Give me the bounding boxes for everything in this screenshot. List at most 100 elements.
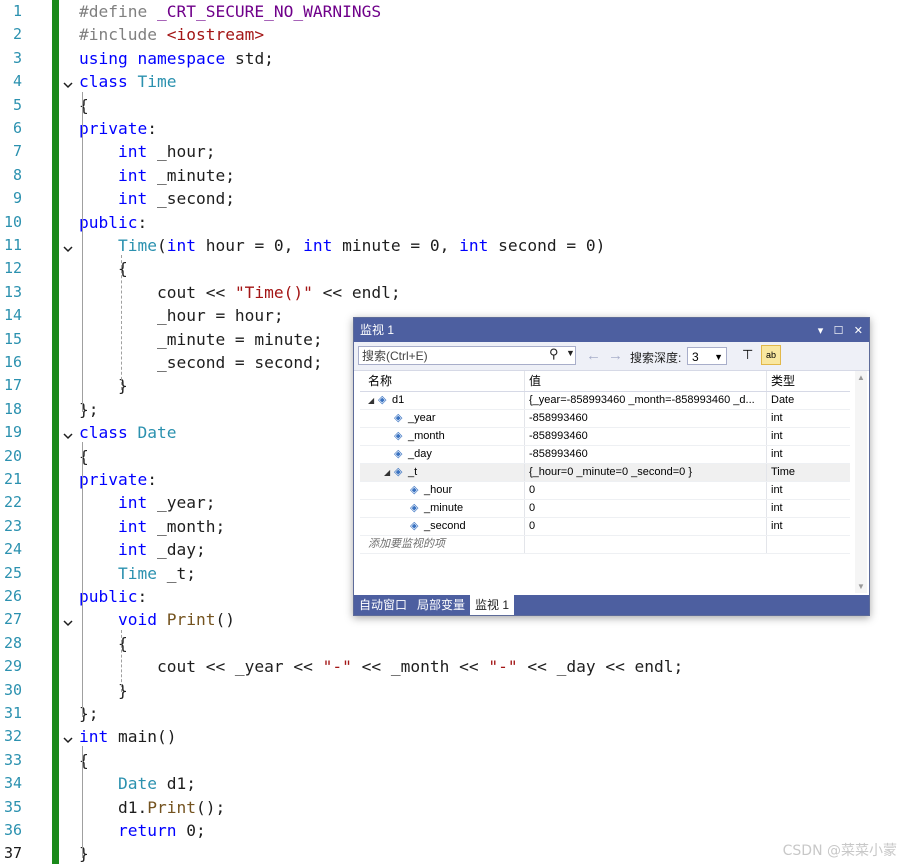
watch-window[interactable]: 监视 1 ▾ ☐ ✕ 搜索(Ctrl+E) ⚲ ▼ ← → 搜索深度: 3 ▼ … [353,317,870,616]
watch-row[interactable]: ◢ ◈ d1 {_year=-858993460 _month=-858993460 … [360,392,850,410]
code-line[interactable]: 11 Time(int hour = 0, int minute = 0, in… [0,234,905,257]
maximize-icon[interactable]: ☐ [834,325,844,337]
vertical-scrollbar[interactable]: ▲ ▼ [855,371,867,593]
code-text: using namespace std; [79,47,274,70]
code-text: #include <iostream> [79,23,264,46]
watch-row-value[interactable]: -858993460 [524,428,764,445]
line-number: 15 [3,329,22,348]
code-token: cout << _year << [79,657,323,677]
code-line[interactable]: 4 class Time [0,70,905,93]
code-line[interactable]: 34 Date d1; [0,772,905,795]
line-number: 19 [3,423,22,442]
watch-row[interactable]: ◈ _minute 0 int [360,500,850,518]
watch-row-value[interactable]: 0 [524,518,764,535]
fold-chevron-icon[interactable] [62,240,74,253]
field-icon: ◈ [394,448,403,460]
watch-tab[interactable]: 局部变量 [412,595,470,615]
watch-row-value[interactable]: -858993460 [524,446,764,463]
search-depth-select[interactable]: 3 ▼ [687,347,727,365]
column-header-type[interactable]: 类型 [766,371,850,391]
code-token: int [117,516,148,536]
line-number: 8 [12,165,22,184]
code-line[interactable]: 35 d1.Print(); [0,796,905,819]
code-line[interactable]: 29 cout << _year << "-" << _month << "-"… [0,655,905,678]
search-input[interactable]: 搜索(Ctrl+E) [358,346,576,365]
code-line[interactable]: 3 using namespace std; [0,47,905,70]
code-token: return [117,821,177,840]
watch-row-name-cell: ◢ ◈ _t [360,464,546,481]
scroll-down-icon[interactable]: ▼ [857,582,865,591]
fold-chevron-icon[interactable] [62,76,74,89]
line-number: 25 [3,563,22,582]
fold-chevron-icon[interactable] [62,614,74,627]
code-line[interactable]: 37} [0,842,905,865]
code-line[interactable]: 36 return 0; [0,819,905,842]
column-header-name[interactable]: 名称 [360,371,530,391]
watch-row[interactable]: ◈ _year -858993460 int [360,410,850,428]
dropdown-icon[interactable]: ▾ [818,325,824,337]
code-line[interactable]: 7 int _hour; [0,140,905,163]
watch-row[interactable]: ◈ _day -858993460 int [360,446,850,464]
close-icon[interactable]: ✕ [854,325,863,337]
code-token: public [79,212,138,232]
code-text: Time _t; [79,562,196,585]
forward-arrow-icon[interactable]: → [608,347,623,364]
code-text: } [79,842,89,865]
line-number: 7 [12,142,22,161]
code-line[interactable]: 30 } [0,679,905,702]
scroll-up-icon[interactable]: ▲ [857,373,865,382]
code-line[interactable]: 2 #include <iostream> [0,23,905,46]
code-line[interactable]: 33 { [0,749,905,772]
watch-row[interactable]: ◈ _second 0 int [360,518,850,536]
code-token: int [117,165,148,185]
watch-title-bar[interactable]: 监视 1 ▾ ☐ ✕ [354,318,869,342]
code-line[interactable]: 13 cout << "Time()" << endl; [0,281,905,304]
code-token: (); [195,797,226,817]
watch-tab[interactable]: 自动窗口 [354,595,412,615]
code-line[interactable]: 31}; [0,702,905,725]
code-line[interactable]: 32 int main() [0,725,905,748]
code-line[interactable]: 12 { [0,257,905,280]
code-text: Time(int hour = 0, int minute = 0, int s… [79,234,605,257]
pin-icon[interactable]: ⊤ [742,347,753,363]
search-dropdown-icon[interactable]: ▼ [566,348,575,358]
line-number: 37 [3,844,22,863]
expand-toggle-icon[interactable]: ◢ [368,392,378,409]
code-line[interactable]: 8 int _minute; [0,164,905,187]
line-number: 33 [3,750,22,769]
code-text: class Date [79,421,176,444]
expand-toggle-icon[interactable]: ◢ [384,464,394,481]
search-icon[interactable]: ⚲ [549,346,559,362]
code-line[interactable]: 10 public: [0,211,905,234]
back-arrow-icon[interactable]: ← [586,347,601,364]
watch-row-type: int [766,446,850,463]
watch-tab[interactable]: 监视 1 [470,595,515,615]
code-token: _month; [147,516,226,536]
code-token: _t; [156,563,196,583]
watch-row-value[interactable]: -858993460 [524,410,764,427]
code-line[interactable]: 6 private: [0,117,905,140]
fold-chevron-icon[interactable] [62,427,74,440]
code-line[interactable]: 1 #define _CRT_SECURE_NO_WARNINGS [0,0,905,23]
add-watch-row[interactable]: 添加要监视的项 [360,536,850,554]
watch-row-value[interactable]: {_hour=0 _minute=0 _second=0 } [524,464,764,481]
watch-row-value[interactable]: {_year=-858993460 _month=-858993460 _d..… [524,392,764,409]
hex-display-icon[interactable]: ab [761,345,781,365]
code-token: int [459,236,489,255]
watch-row-name: _second [424,520,466,532]
line-number: 31 [3,704,22,722]
code-line[interactable]: 9 int _second; [0,187,905,210]
watch-row[interactable]: ◈ _month -858993460 int [360,428,850,446]
column-header-value[interactable]: 值 [524,371,764,391]
watch-row[interactable]: ◢ ◈ _t {_hour=0 _minute=0 _second=0 } Time [360,464,850,482]
code-line[interactable]: 28 { [0,632,905,655]
watch-row[interactable]: ◈ _hour 0 int [360,482,850,500]
code-line[interactable]: 5{ [0,94,905,117]
fold-chevron-icon[interactable] [62,731,74,744]
code-token: Print [166,610,216,630]
line-number: 5 [12,95,22,114]
code-token: "-" [488,657,518,677]
watch-row-value[interactable]: 0 [524,482,764,499]
code-token: << _day << endl; [517,657,684,677]
watch-row-value[interactable]: 0 [524,500,764,517]
